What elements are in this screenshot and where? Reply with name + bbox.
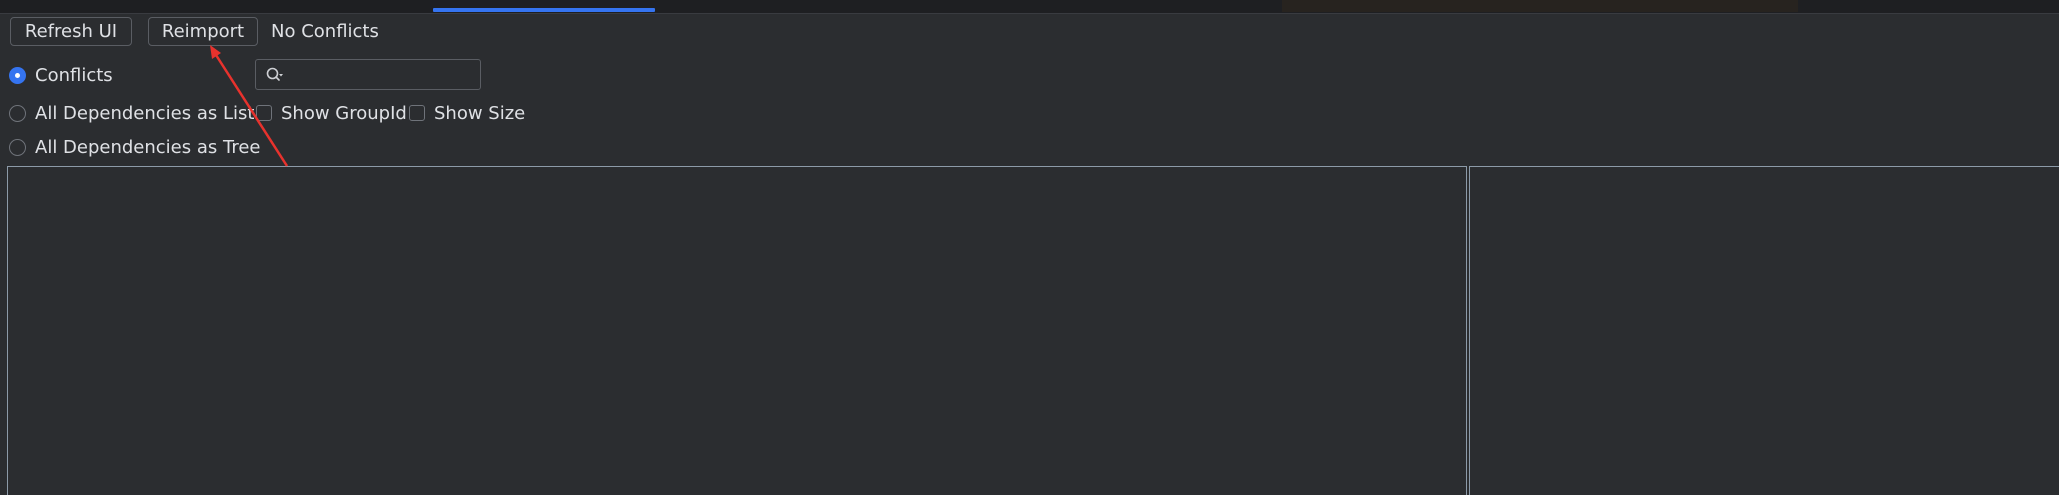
mode-tree-label: All Dependencies as Tree — [35, 136, 261, 158]
radio-selected-icon[interactable] — [9, 66, 26, 84]
conflicts-status: No Conflicts — [271, 21, 379, 42]
tab-strip-area — [1282, 0, 1798, 12]
mode-conflicts-label: Conflicts — [35, 64, 113, 86]
search-icon[interactable] — [265, 66, 285, 84]
tab-strip — [0, 0, 2059, 14]
radio-unselected-icon[interactable] — [9, 138, 26, 156]
checkbox-icon[interactable] — [256, 105, 272, 121]
refresh-ui-button[interactable]: Refresh UI — [10, 17, 132, 46]
reimport-button[interactable]: Reimport — [148, 17, 258, 46]
dependency-analyzer-window: Refresh UI Reimport No Conflicts Conflic… — [0, 0, 2059, 495]
search-field[interactable] — [255, 59, 481, 90]
mode-list-label: All Dependencies as List — [35, 102, 255, 124]
mode-tree-radio[interactable]: All Dependencies as Tree — [9, 135, 261, 159]
dependency-details-panel[interactable] — [1469, 166, 2059, 495]
checkbox-icon[interactable] — [409, 105, 425, 121]
show-size-label: Show Size — [434, 102, 526, 124]
mode-conflicts-radio[interactable]: Conflicts — [9, 63, 113, 87]
radio-unselected-icon[interactable] — [9, 104, 26, 122]
mode-list-radio[interactable]: All Dependencies as List — [9, 101, 254, 125]
search-input[interactable] — [290, 63, 480, 88]
active-tab-indicator[interactable] — [433, 8, 655, 12]
show-size-checkbox[interactable]: Show Size — [409, 101, 525, 125]
show-groupid-label: Show GroupId — [281, 102, 407, 124]
show-groupid-checkbox[interactable]: Show GroupId — [256, 101, 407, 125]
dependencies-list-panel[interactable] — [7, 166, 1467, 495]
